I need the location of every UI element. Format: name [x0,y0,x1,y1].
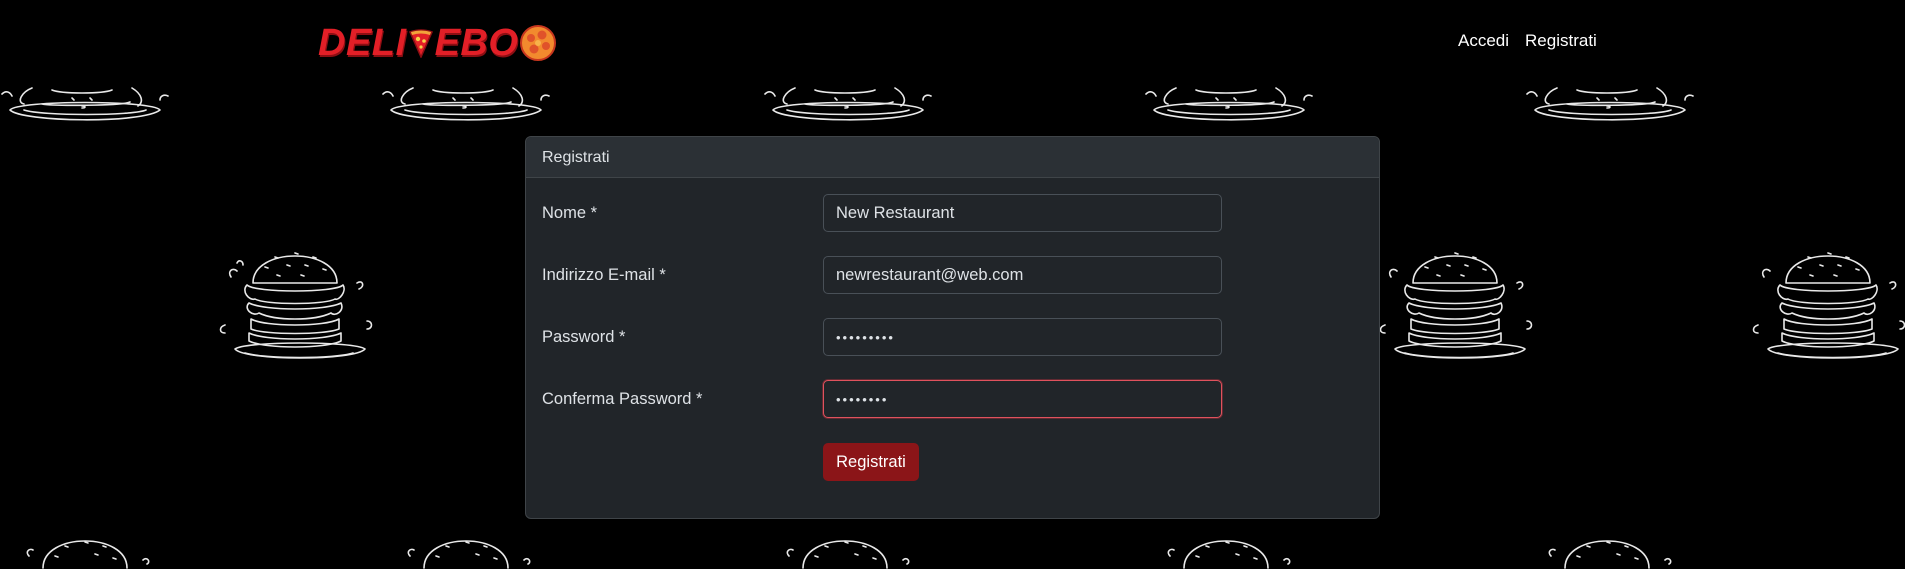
form-row-password: Password * [542,318,1365,356]
password-input[interactable] [823,318,1222,356]
form-row-email: Indirizzo E-mail * [542,256,1365,294]
navbar: DELI EBO Accedi Registrati [0,0,1905,86]
nav-register-link[interactable]: Registrati [1525,31,1597,51]
email-input[interactable] [823,256,1222,294]
name-label: Nome * [542,204,598,222]
logo-text-left: DELI [318,21,407,64]
confirm-password-label: Conferma Password * [542,390,703,408]
register-submit-button[interactable]: Registrati [823,443,919,481]
name-input[interactable] [823,194,1222,232]
form-row-confirm-password: Conferma Password * [542,380,1365,418]
pizza-slice-icon [408,29,433,58]
nav-links: Accedi Registrati [1458,31,1597,51]
register-card: Registrati Nome * Indirizzo E-mail * Pas… [525,136,1380,519]
card-title: Registrati [526,137,1379,178]
form-row-name: Nome * [542,194,1365,232]
burger-icon [520,25,557,61]
confirm-password-input[interactable] [823,380,1222,418]
password-label: Password * [542,328,626,346]
email-label: Indirizzo E-mail * [542,266,666,284]
site-logo[interactable]: DELI EBO [318,18,558,68]
logo-text-right: EBO [434,21,519,64]
nav-login-link[interactable]: Accedi [1458,31,1509,51]
